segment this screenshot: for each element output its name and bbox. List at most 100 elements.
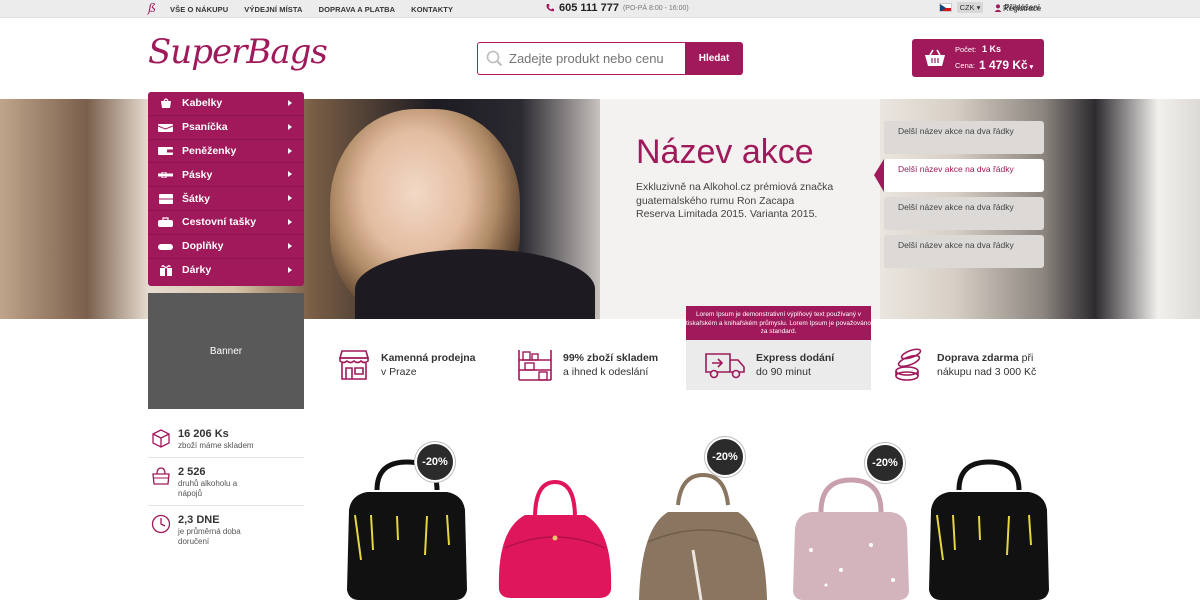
cart-caret-icon: ▾ — [1027, 64, 1034, 71]
scarf-icon — [158, 193, 173, 204]
wallet-icon — [158, 145, 173, 156]
category-belts[interactable]: Pásky — [148, 163, 304, 188]
search-input[interactable] — [509, 51, 679, 66]
chevron-right-icon — [288, 242, 292, 249]
stat-value: 16 206 Ks — [178, 428, 229, 440]
accessory-icon — [158, 241, 173, 252]
feature-title-rest: při — [1018, 352, 1034, 364]
category-clutches[interactable]: Psaníčka — [148, 116, 304, 140]
feature-list: Kamenná prodejna v Praze 99% zboží sklade… — [337, 340, 1187, 392]
top-nav-item-pickup[interactable]: VÝDEJNÍ MÍSTA — [244, 5, 302, 14]
product-image — [929, 459, 1049, 600]
gift-icon — [158, 265, 173, 277]
feature-title: 99% zboží skladem — [563, 352, 659, 364]
product-image — [793, 477, 909, 600]
brand-mini-icon[interactable]: ß — [148, 2, 160, 15]
box-icon — [152, 429, 170, 448]
cart-price-value: 1 479 Kč ▾ — [979, 58, 1033, 72]
belt-icon — [158, 169, 173, 180]
category-label: Psaníčka — [182, 121, 228, 134]
feature-store[interactable]: Kamenná prodejna v Praze — [337, 340, 497, 390]
bag-outline-icon — [152, 467, 170, 485]
hero-title: Název akce — [636, 133, 814, 171]
top-nav-item-shipping[interactable]: DOPRAVA A PLATBA — [319, 5, 396, 14]
warehouse-shelf-icon — [518, 350, 552, 381]
feature-sub: a ihned k odeslání — [563, 366, 649, 378]
category-gifts[interactable]: Dárky — [148, 259, 304, 283]
register-link[interactable]: Registrace — [1003, 4, 1041, 13]
category-label: Cestovní tašky — [182, 216, 257, 229]
chevron-right-icon — [288, 195, 292, 202]
product-card-2[interactable] — [485, 420, 625, 605]
hero-slide-4[interactable]: Delší název akce na dva řádky — [884, 235, 1044, 268]
feature-title: Doprava zdarma — [937, 352, 1019, 364]
category-wallets[interactable]: Peněženky — [148, 140, 304, 164]
top-bar: ß VŠE O NÁKUPU VÝDEJNÍ MÍSTA DOPRAVA A P… — [0, 0, 1200, 18]
product-grid: -20% -20% -20% — [337, 420, 1187, 605]
stat-item: 16 206 Ks zboží máme skladem — [148, 420, 304, 458]
product-card-1[interactable]: -20% — [337, 420, 477, 605]
product-card-4[interactable]: -20% — [781, 420, 921, 605]
product-image — [498, 479, 612, 598]
product-card-3[interactable]: -20% — [633, 420, 773, 605]
clock-icon — [151, 514, 171, 534]
stat-value: 2,3 DNE — [178, 514, 220, 526]
currency-select[interactable]: CZK ▾ — [956, 2, 984, 13]
hero-slide-3[interactable]: Delší název akce na dva řádky — [884, 197, 1044, 230]
chevron-right-icon — [288, 218, 292, 225]
category-travel-bags[interactable]: Cestovní tašky — [148, 211, 304, 235]
cart-widget[interactable]: Počet: 1 Ks Cena: 1 479 Kč ▾ — [912, 39, 1044, 77]
search-form: Hledat — [477, 42, 743, 75]
clutch-icon — [158, 122, 173, 133]
feature-express[interactable]: Express dodání do 90 minut — [686, 340, 871, 390]
hero-slide-1[interactable]: Delší název akce na dva řádky — [884, 121, 1044, 154]
phone-contact: 605 111 777 (PO-PÁ 8:00 - 16:00) — [545, 2, 689, 14]
coins-icon — [895, 348, 922, 381]
feature-sub: do 90 minut — [756, 366, 811, 378]
feature-free-shipping[interactable]: Doprava zdarma při nákupu nad 3 000 Kč — [893, 340, 1093, 390]
feature-sub: v Praze — [381, 366, 417, 378]
discount-badge: -20% — [415, 442, 455, 482]
header: SuperBags Hledat Počet: 1 Ks Cena: 1 479… — [0, 18, 1200, 99]
feature-sub: nákupu nad 3 000 Kč — [937, 366, 1037, 378]
search-button[interactable]: Hledat — [685, 42, 743, 75]
czech-flag-icon[interactable] — [938, 3, 952, 12]
phone-number[interactable]: 605 111 777 — [559, 2, 619, 14]
phone-hours: (PO-PÁ 8:00 - 16:00) — [622, 4, 689, 12]
category-scarves[interactable]: Šátky — [148, 187, 304, 211]
stat-text: druhů alkoholu a nápojů — [178, 479, 238, 498]
discount-badge: -20% — [865, 443, 905, 483]
chevron-right-icon — [288, 147, 292, 154]
top-nav-item-contacts[interactable]: KONTAKTY — [411, 5, 453, 14]
stat-item: 2,3 DNE je průměrná doba doručení — [148, 506, 304, 553]
stat-text: zboží máme skladem — [178, 441, 254, 450]
stat-item: 2 526 druhů alkoholu a nápojů — [148, 458, 304, 506]
category-label: Pásky — [182, 168, 213, 181]
feature-stock[interactable]: 99% zboží skladem a ihned k odeslání — [517, 340, 682, 390]
chevron-right-icon — [288, 266, 292, 273]
phone-icon — [546, 4, 554, 12]
brand-logo[interactable]: SuperBags — [148, 32, 328, 72]
chevron-right-icon — [288, 123, 292, 130]
search-box[interactable] — [477, 42, 685, 75]
hero-description: Exkluzivně na Alkohol.cz prémiová značka… — [636, 181, 834, 220]
chevron-right-icon — [288, 100, 292, 106]
product-card-5[interactable] — [919, 420, 1059, 605]
discount-badge: -20% — [705, 437, 745, 477]
category-handbags[interactable]: Kabelky — [148, 92, 304, 116]
category-accessories[interactable]: Doplňky — [148, 235, 304, 259]
stat-text: je průměrná doba doručení — [178, 527, 241, 546]
top-nav-item-about[interactable]: VŠE O NÁKUPU — [170, 5, 228, 14]
travel-bag-icon — [158, 217, 173, 228]
cart-count-value: 1 Ks — [982, 44, 1002, 54]
category-label: Peněženky — [182, 144, 237, 157]
hero-slide-2[interactable]: Delší název akce na dva řádky — [874, 159, 1044, 192]
hero-slide-list: Delší název akce na dva řádky Delší náze… — [874, 121, 1044, 273]
basket-icon — [925, 49, 945, 66]
product-image — [639, 472, 767, 601]
category-label: Šátky — [182, 192, 211, 205]
side-banner[interactable]: Banner — [148, 293, 304, 409]
category-menu: Kabelky Psaníčka Peněženky Pásky Šátky C… — [148, 92, 304, 286]
delivery-truck-icon — [705, 353, 745, 379]
chevron-right-icon — [288, 171, 292, 178]
